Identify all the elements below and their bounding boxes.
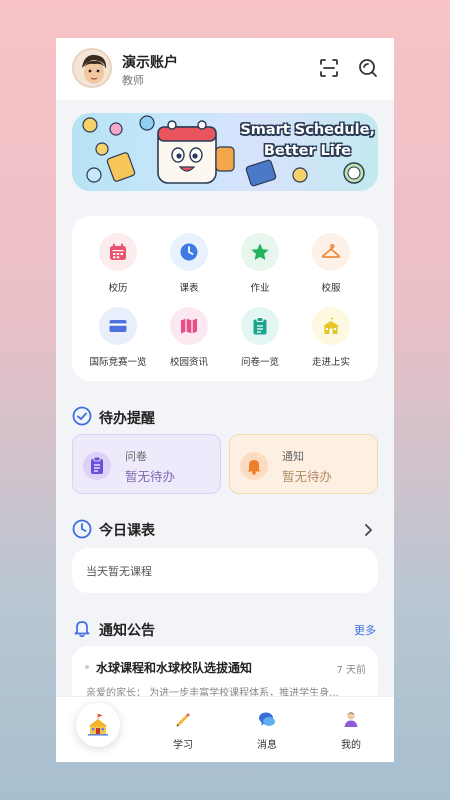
todo-section-title: 待办提醒 bbox=[99, 411, 155, 427]
quick-menu-label: 作业 bbox=[250, 283, 270, 294]
check-circle-icon bbox=[72, 406, 92, 430]
app-screen: 演示账户 教师 Smart Schedule, Better Life 校历 课… bbox=[56, 38, 394, 762]
promo-banner[interactable]: Smart Schedule, Better Life bbox=[72, 113, 378, 191]
user-name: 演示账户 bbox=[122, 55, 178, 71]
announcement-time: 7 天前 bbox=[336, 665, 366, 676]
quick-menu-item[interactable]: 国际竞赛一览 bbox=[80, 307, 156, 368]
quick-menu-label: 课表 bbox=[179, 283, 199, 294]
banner-line-1: Smart Schedule, bbox=[240, 122, 375, 138]
clipboard-icon bbox=[83, 452, 111, 480]
quick-menu-item[interactable]: 作业 bbox=[222, 233, 298, 294]
announcements-section-title: 通知公告 bbox=[99, 623, 155, 639]
calendar-icon bbox=[99, 233, 137, 271]
chat-icon bbox=[259, 712, 275, 726]
tab-profile-label: 我的 bbox=[341, 740, 361, 751]
clock-outline-icon bbox=[72, 519, 92, 543]
search-icon[interactable] bbox=[357, 57, 379, 79]
tab-study-label: 学习 bbox=[173, 740, 193, 751]
quick-menu-item[interactable]: 问卷一览 bbox=[222, 307, 298, 368]
quick-menu-label: 问卷一览 bbox=[240, 357, 279, 368]
clipboard-icon bbox=[241, 307, 279, 345]
star-icon bbox=[241, 233, 279, 271]
tab-study[interactable]: 学习 bbox=[158, 709, 208, 751]
todo-questionnaire-label: 问卷 bbox=[125, 450, 147, 463]
quick-menu-item[interactable]: 校历 bbox=[80, 233, 156, 294]
quick-menu-item[interactable]: 走进上实 bbox=[293, 307, 369, 368]
header: 演示账户 教师 bbox=[56, 38, 394, 100]
bell-outline-icon bbox=[72, 618, 92, 642]
tab-profile[interactable]: 我的 bbox=[326, 709, 376, 751]
pencil-icon bbox=[176, 713, 190, 727]
bottom-tab-bar: 学习 消息 我的 bbox=[56, 696, 394, 762]
user-role: 教师 bbox=[122, 74, 144, 87]
banner-line-2: Better Life bbox=[263, 143, 351, 159]
school-home-icon bbox=[88, 713, 108, 736]
bell-icon bbox=[240, 452, 268, 480]
hanger-icon bbox=[312, 233, 350, 271]
announcement-title: 水球课程和水球校队选拔通知 bbox=[96, 661, 253, 675]
todo-questionnaire-card[interactable]: 问卷 暂无待办 bbox=[72, 434, 221, 494]
quick-menu-label: 校服 bbox=[321, 283, 341, 294]
todo-notice-label: 通知 bbox=[282, 450, 304, 463]
chevron-right-icon[interactable] bbox=[362, 522, 374, 541]
todo-notice-card[interactable]: 通知 暂无待办 bbox=[229, 434, 378, 494]
quick-menu-label: 国际竞赛一览 bbox=[89, 357, 147, 368]
announcements-more-link[interactable]: 更多 bbox=[354, 622, 376, 638]
quick-menu-item[interactable]: 课表 bbox=[151, 233, 227, 294]
tab-messages-label: 消息 bbox=[257, 740, 277, 751]
avatar[interactable] bbox=[72, 48, 112, 88]
todo-questionnaire-status: 暂无待办 bbox=[125, 469, 176, 484]
quick-menu: 校历 课表 作业 校服国际竞赛一览 校园资讯 问卷一览 走进上实 bbox=[72, 216, 378, 381]
card-icon bbox=[99, 307, 137, 345]
clock-icon bbox=[170, 233, 208, 271]
schedule-card[interactable]: 当天暂无课程 bbox=[72, 548, 378, 593]
scan-icon[interactable] bbox=[318, 57, 340, 79]
quick-menu-label: 走进上实 bbox=[311, 357, 350, 368]
schedule-section-title: 今日课表 bbox=[99, 523, 155, 539]
todo-notice-status: 暂无待办 bbox=[282, 469, 333, 484]
tab-messages[interactable]: 消息 bbox=[242, 709, 292, 751]
home-tab-button[interactable] bbox=[76, 703, 120, 747]
school-icon bbox=[312, 307, 350, 345]
quick-menu-label: 校历 bbox=[108, 283, 128, 294]
quick-menu-item[interactable]: 校服 bbox=[293, 233, 369, 294]
schedule-empty-text: 当天暂无课程 bbox=[86, 565, 152, 578]
quick-menu-label: 校园资讯 bbox=[169, 357, 208, 368]
map-icon bbox=[170, 307, 208, 345]
quick-menu-item[interactable]: 校园资讯 bbox=[151, 307, 227, 368]
bullet-dot bbox=[85, 665, 89, 669]
profile-icon bbox=[344, 712, 358, 727]
